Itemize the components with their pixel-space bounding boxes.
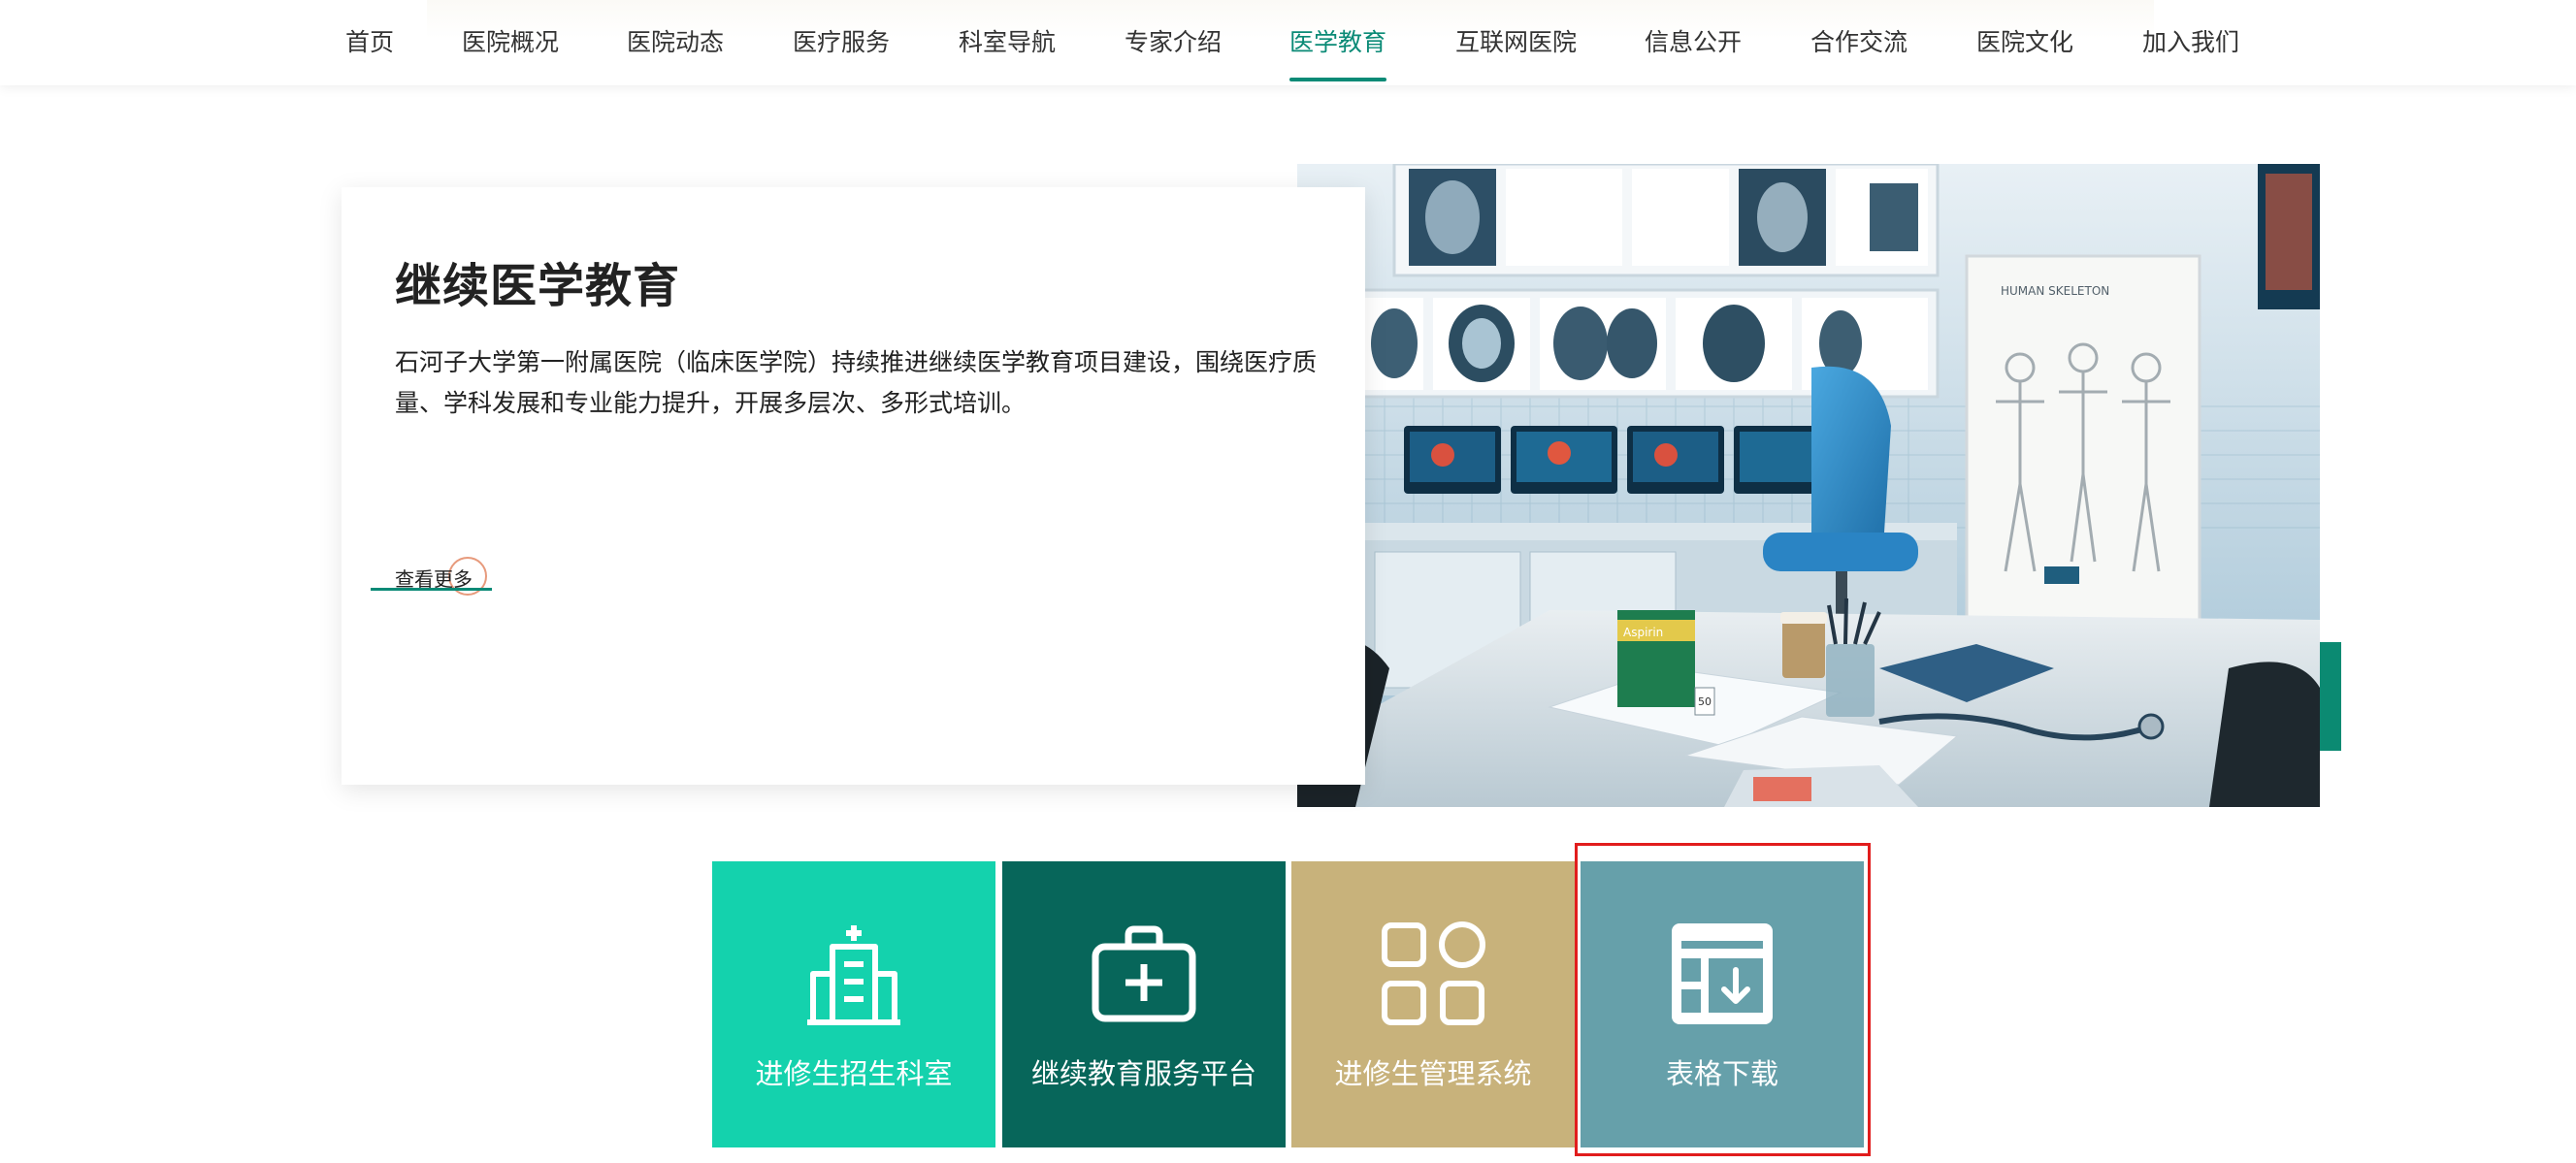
tile-trainee-recruitment-departments[interactable]: 进修生招生科室 — [712, 861, 995, 1147]
form-download-icon — [1672, 923, 1773, 1024]
tile-label: 进修生招生科室 — [755, 1057, 953, 1090]
tile-label: 继续教育服务平台 — [1030, 1057, 1256, 1090]
nav-item-medical-services[interactable]: 医疗服务 — [793, 0, 890, 85]
app-grid-icon — [1382, 921, 1485, 1025]
nav-item-home[interactable]: 首页 — [345, 0, 394, 85]
box-number: 50 — [1698, 695, 1712, 708]
box-label: Aspirin — [1623, 626, 1663, 639]
nav-item-medical-education-label: 医学教育 — [1289, 28, 1387, 56]
poster-title: HUMAN SKELETON — [2001, 284, 2109, 298]
nav-item-about[interactable]: 医院概况 — [462, 0, 559, 85]
view-more-underline — [371, 588, 492, 591]
hero-description: 石河子大学第一附属医院（临床医学院）持续推进继续医学教育项目建设，围绕医疗质量、… — [395, 348, 1318, 417]
nav-item-departments[interactable]: 科室导航 — [959, 0, 1056, 85]
tile-label: 表格下载 — [1665, 1057, 1778, 1090]
nav-list: 首页 医院概况 医院动态 医疗服务 科室导航 专家介绍 医学教育 互联网医院 信… — [0, 0, 2576, 85]
tile-form-download[interactable]: 表格下载 — [1581, 861, 1864, 1147]
nav-item-news[interactable]: 医院动态 — [627, 0, 724, 85]
nav-item-join-us[interactable]: 加入我们 — [2142, 0, 2239, 85]
view-more-link[interactable]: 查看更多 — [371, 554, 497, 602]
nav-item-culture[interactable]: 医院文化 — [1976, 0, 2073, 85]
nav-item-medical-education[interactable]: 医学教育 — [1289, 0, 1387, 85]
hero-photo: HUMAN SKELETON Aspirin 50 — [1297, 164, 2320, 807]
medical-office-illustration: HUMAN SKELETON Aspirin 50 — [1297, 164, 2320, 807]
tile-label: 进修生管理系统 — [1334, 1057, 1532, 1090]
top-navigation: 首页 医院概况 医院动态 医疗服务 科室导航 专家介绍 医学教育 互联网医院 信… — [0, 0, 2576, 85]
nav-active-underline — [1289, 78, 1387, 81]
medical-kit-icon — [1092, 925, 1196, 1022]
tile-trainee-management-system[interactable]: 进修生管理系统 — [1291, 861, 1575, 1147]
hero-card: 继续医学教育 石河子大学第一附属医院（临床医学院）持续推进继续医学教育项目建设，… — [342, 187, 1365, 785]
nav-item-internet-hospital[interactable]: 互联网医院 — [1455, 0, 1577, 85]
nav-item-experts[interactable]: 专家介绍 — [1125, 0, 1222, 85]
nav-item-public-info[interactable]: 信息公开 — [1645, 0, 1742, 85]
tile-continuing-education-platform[interactable]: 继续教育服务平台 — [1002, 861, 1286, 1147]
nav-item-cooperation[interactable]: 合作交流 — [1810, 0, 1908, 85]
hero-title: 继续医学教育 — [395, 259, 681, 313]
hospital-icon — [807, 925, 900, 1025]
side-float-tab[interactable] — [2320, 642, 2341, 751]
